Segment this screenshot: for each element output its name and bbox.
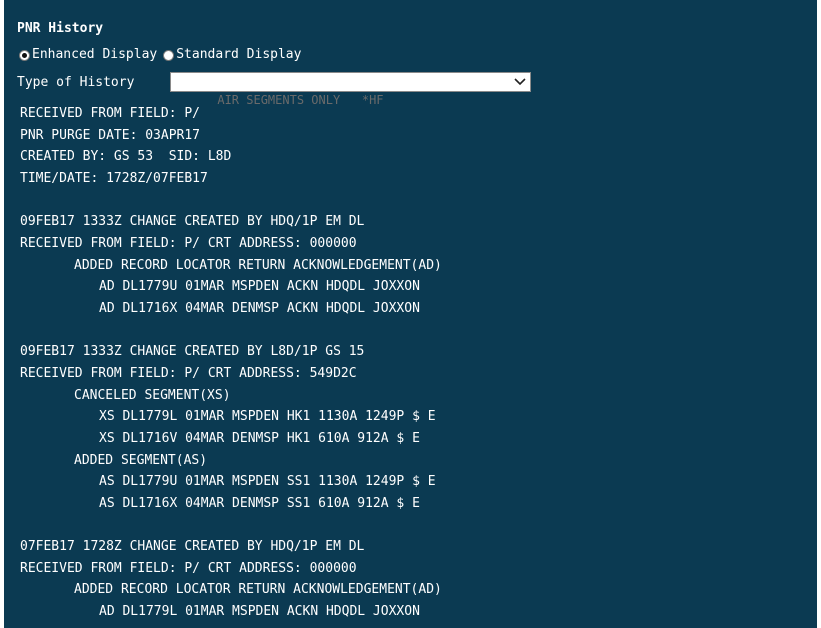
history-line: 07FEB17 1728Z CHANGE CREATED BY HDQ/1P E… bbox=[20, 539, 365, 555]
history-line: RECEIVED FROM FIELD: P/ CRT ADDRESS: 000… bbox=[20, 560, 357, 576]
history-line: 09FEB17 1333Z CHANGE CREATED BY L8D/1P G… bbox=[20, 344, 365, 360]
radio-enhanced-label[interactable]: Enhanced Display bbox=[32, 46, 157, 64]
page-title: PNR History bbox=[17, 21, 104, 36]
pnr-history-panel: PNR History Enhanced Display Standard Di… bbox=[4, 0, 817, 628]
history-line: AD DL1779U 01MAR MSPDEN ACKN HDQDL JOXXO… bbox=[99, 279, 420, 295]
history-line: ADDED RECORD LOCATOR RETURN ACKNOWLEDGEM… bbox=[74, 582, 442, 598]
history-line: PNR PURGE DATE: 03APR17 bbox=[20, 127, 201, 143]
history-line: CANCELED SEGMENT(XS) bbox=[74, 387, 231, 403]
radio-standard-display[interactable] bbox=[163, 49, 175, 61]
history-line: RECEIVED FROM FIELD: P/ CRT ADDRESS: 549… bbox=[20, 365, 357, 381]
chevron-down-icon bbox=[514, 78, 526, 86]
history-line: AS DL1779U 01MAR MSPDEN SS1 1130A 1249P … bbox=[99, 474, 436, 490]
history-line: 09FEB17 1333Z CHANGE CREATED BY HDQ/1P E… bbox=[20, 214, 365, 230]
history-line: CREATED BY: GS 53 SID: L8D bbox=[20, 149, 232, 165]
history-line: AD DL1716X 04MAR DENMSP ACKN HDQDL JOXXO… bbox=[99, 300, 420, 316]
history-line: RECEIVED FROM FIELD: P/ bbox=[20, 106, 201, 121]
history-line: AS DL1716X 04MAR DENMSP SS1 610A 912A $ … bbox=[99, 495, 420, 511]
history-line: AD DL1779L 01MAR MSPDEN ACKN HDQDL JOXXO… bbox=[99, 604, 420, 620]
radio-standard-label[interactable]: Standard Display bbox=[176, 46, 301, 64]
history-type-row: Type of History AIR SEGMENTS ONLY *HF bbox=[17, 71, 531, 107]
history-line: ADDED SEGMENT(AS) bbox=[74, 452, 208, 468]
history-line: XS DL1716V 04MAR DENMSP HK1 610A 912A $ … bbox=[99, 430, 420, 446]
history-type-select[interactable]: AIR SEGMENTS ONLY *HF bbox=[170, 72, 531, 107]
history-line: XS DL1779L 01MAR MSPDEN HK1 1130A 1249P … bbox=[99, 409, 436, 425]
history-line: RECEIVED FROM FIELD: P/ CRT ADDRESS: 000… bbox=[20, 235, 357, 251]
history-log: RECEIVED FROM FIELD: P/PNR PURGE DATE: 0… bbox=[20, 103, 810, 623]
history-line: TIME/DATE: 1728Z/07FEB17 bbox=[20, 170, 208, 186]
history-type-label: Type of History bbox=[17, 74, 135, 90]
history-line-blank bbox=[20, 190, 810, 212]
history-line: ADDED RECORD LOCATOR RETURN ACKNOWLEDGEM… bbox=[74, 257, 442, 273]
history-line-blank bbox=[20, 514, 810, 536]
display-mode-group: Enhanced Display Standard Display bbox=[19, 46, 307, 64]
radio-enhanced-display[interactable] bbox=[19, 49, 30, 61]
history-line-blank bbox=[20, 320, 810, 342]
